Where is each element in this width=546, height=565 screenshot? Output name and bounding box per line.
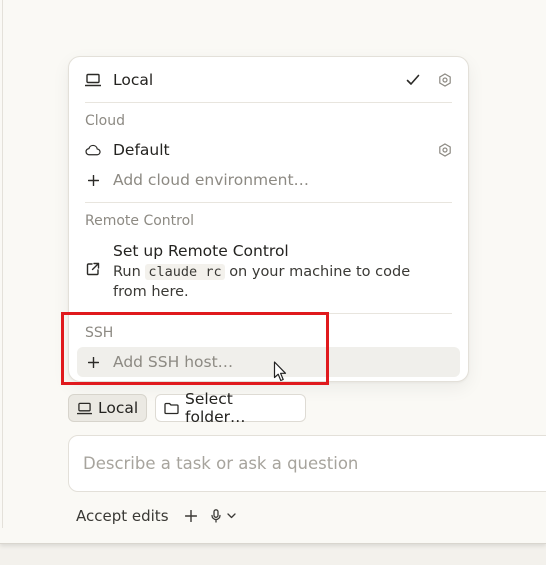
desc-suffix: on your machine to code	[229, 264, 411, 280]
remote-setup-description-line2: from here.	[113, 284, 189, 300]
composer-toolbar: Accept edits	[76, 504, 250, 528]
menu-item-add-cloud[interactable]: Add cloud environment…	[77, 165, 460, 195]
plus-icon	[85, 172, 101, 188]
laptop-icon	[77, 402, 92, 415]
menu-item-add-ssh[interactable]: Add SSH host…	[77, 347, 460, 377]
menu-item-cloud-default[interactable]: Default	[77, 135, 460, 165]
laptop-icon	[85, 72, 101, 88]
cloud-icon	[85, 142, 101, 158]
command-code: claude rc	[145, 264, 225, 280]
section-title-cloud: Cloud	[85, 113, 125, 129]
chevron-down-icon[interactable]	[226, 513, 236, 519]
select-folder-button[interactable]: Select folder…	[155, 390, 306, 426]
local-actions	[406, 65, 452, 95]
divider	[85, 313, 452, 314]
plus-icon[interactable]	[184, 510, 197, 522]
settings-hexagon-icon[interactable]	[438, 143, 452, 157]
section-title-ssh: SSH	[85, 325, 114, 341]
desc-prefix: Run	[113, 264, 141, 280]
accept-edits-button[interactable]: Accept edits	[76, 507, 169, 525]
external-link-icon	[85, 261, 101, 277]
plus-icon	[85, 354, 101, 370]
prompt-input[interactable]: Describe a task or ask a question	[68, 435, 546, 492]
environment-menu: Local Cloud Default Add cloud environmen…	[68, 56, 469, 382]
divider	[85, 202, 452, 203]
screen: Local Cloud Default Add cloud environmen…	[0, 0, 546, 565]
menu-item-remote-setup[interactable]: Set up Remote Control Run claude rc on y…	[77, 240, 460, 304]
checkmark-icon	[406, 74, 420, 86]
microphone-icon[interactable]	[210, 509, 221, 523]
divider	[85, 102, 452, 103]
folder-icon	[164, 402, 179, 415]
menu-item-local-label: Local	[113, 71, 154, 89]
section-title-remote: Remote Control	[85, 213, 195, 229]
environment-chip-label: Local	[98, 399, 139, 417]
cloud-default-actions	[438, 135, 452, 165]
remote-setup-title: Set up Remote Control	[113, 242, 289, 260]
remote-setup-description: Run claude rc on your machine to code	[113, 262, 410, 282]
menu-item-add-cloud-label: Add cloud environment…	[113, 171, 310, 189]
app-window: Local Cloud Default Add cloud environmen…	[0, 0, 546, 544]
menu-item-local[interactable]: Local	[77, 65, 460, 95]
remote-setup-text: Set up Remote Control Run claude rc on y…	[113, 240, 410, 302]
menu-item-cloud-default-label: Default	[113, 141, 170, 159]
select-folder-label: Select folder…	[185, 390, 246, 426]
prompt-placeholder: Describe a task or ask a question	[83, 454, 359, 473]
settings-hexagon-icon[interactable]	[438, 73, 452, 87]
mouse-cursor-icon	[273, 361, 289, 383]
menu-item-add-ssh-label: Add SSH host…	[113, 353, 234, 371]
sidebar-edge	[0, 0, 3, 528]
environment-chip-local[interactable]: Local	[68, 394, 147, 422]
